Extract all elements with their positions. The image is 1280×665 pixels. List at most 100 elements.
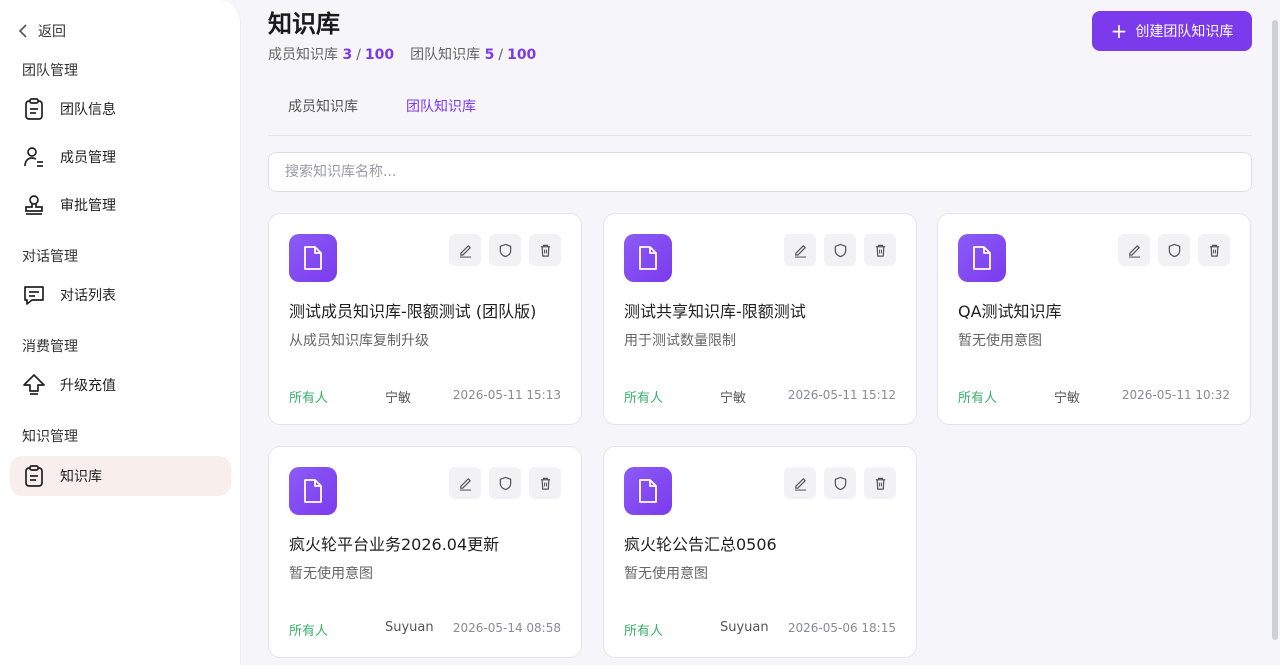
kb-owner: Suyuan bbox=[720, 620, 769, 635]
team-quota: 团队知识库 5/100 bbox=[410, 44, 536, 64]
team-quota-label: 团队知识库 bbox=[410, 47, 481, 63]
edit-icon bbox=[793, 476, 808, 491]
kb-card[interactable]: 测试成员知识库-限额测试 (团队版) 从成员知识库复制升级 所有人 宁敏 2026-05… bbox=[268, 213, 582, 425]
edit-button[interactable] bbox=[784, 234, 816, 266]
scrollbar[interactable] bbox=[1272, 20, 1278, 640]
group-title-billing: 消费管理 bbox=[22, 339, 78, 355]
quota-separator: / bbox=[356, 47, 361, 63]
kb-card[interactable]: 疯火轮公告汇总0506 暂无使用意图 所有人 Suyuan 2026-05-06 18:… bbox=[603, 446, 917, 658]
kb-timestamp: 2026-05-14 08:58 bbox=[452, 621, 561, 635]
kb-card-footer: 所有人 宁敏 2026-05-11 15:12 bbox=[624, 387, 896, 406]
group-title-team: 团队管理 bbox=[22, 63, 78, 79]
kb-description: 暂无使用意图 bbox=[289, 566, 373, 582]
card-actions bbox=[1118, 234, 1230, 266]
trash-icon bbox=[873, 243, 888, 258]
edit-icon bbox=[458, 243, 473, 258]
kb-permission: 所有人 bbox=[624, 624, 664, 639]
delete-button[interactable] bbox=[864, 467, 896, 499]
sidebar-item-label: 升级充值 bbox=[60, 378, 116, 394]
kb-permission: 所有人 bbox=[624, 391, 664, 406]
edit-button[interactable] bbox=[449, 234, 481, 266]
kb-card[interactable]: 疯火轮平台业务2026.04更新 暂无使用意图 所有人 Suyuan 2026-05-1… bbox=[268, 446, 582, 658]
kb-description: 暂无使用意图 bbox=[624, 566, 708, 582]
sidebar-item-label: 知识库 bbox=[60, 469, 102, 485]
document-icon bbox=[958, 234, 1006, 282]
clipboard-icon bbox=[22, 97, 46, 121]
sidebar-item-approval[interactable]: 审批管理 bbox=[10, 185, 231, 225]
quota-summary: 成员知识库 3/100 团队知识库 5/100 bbox=[268, 44, 536, 64]
document-icon bbox=[624, 234, 672, 282]
delete-button[interactable] bbox=[529, 234, 561, 266]
create-team-kb-button[interactable]: + 创建团队知识库 bbox=[1092, 11, 1252, 51]
trash-icon bbox=[538, 476, 553, 491]
sidebar: 返回 团队管理 团队信息 成员管理 审批管理 对话管理 对话列表 消费管理 升级… bbox=[0, 0, 241, 665]
kb-permission: 所有人 bbox=[289, 391, 329, 406]
kb-owner: 宁敏 bbox=[720, 391, 747, 406]
permission-button[interactable] bbox=[824, 234, 856, 266]
edit-button[interactable] bbox=[1118, 234, 1150, 266]
plus-icon: + bbox=[1110, 19, 1128, 43]
shield-icon bbox=[498, 476, 513, 491]
card-actions bbox=[449, 234, 561, 266]
kb-owner: Suyuan bbox=[385, 620, 434, 635]
delete-button[interactable] bbox=[1198, 234, 1230, 266]
document-icon bbox=[624, 467, 672, 515]
page-title: 知识库 bbox=[268, 10, 340, 38]
member-quota-used: 3 bbox=[342, 47, 353, 63]
kb-timestamp: 2026-05-11 10:32 bbox=[1121, 388, 1230, 402]
document-icon bbox=[289, 467, 337, 515]
kb-card[interactable]: 测试共享知识库-限额测试 用于测试数量限制 所有人 宁敏 2026-05-11 15:1… bbox=[603, 213, 917, 425]
sidebar-item-upgrade[interactable]: 升级充值 bbox=[10, 365, 231, 405]
search-input[interactable] bbox=[268, 152, 1252, 192]
tab-member-kb[interactable]: 成员知识库 bbox=[288, 96, 358, 116]
sidebar-item-team-info[interactable]: 团队信息 bbox=[10, 89, 231, 129]
kb-card[interactable]: QA测试知识库 暂无使用意图 所有人 宁敏 2026-05-11 10:32 bbox=[937, 213, 1251, 425]
sidebar-item-members[interactable]: 成员管理 bbox=[10, 137, 231, 177]
member-quota-total: 100 bbox=[364, 47, 395, 63]
create-team-kb-label: 创建团队知识库 bbox=[1135, 24, 1234, 40]
permission-button[interactable] bbox=[489, 467, 521, 499]
sidebar-item-chat-list[interactable]: 对话列表 bbox=[10, 275, 231, 315]
kb-card-footer: 所有人 宁敏 2026-05-11 10:32 bbox=[958, 387, 1230, 406]
permission-button[interactable] bbox=[1158, 234, 1190, 266]
sidebar-item-label: 团队信息 bbox=[60, 102, 116, 118]
kb-permission: 所有人 bbox=[289, 624, 329, 639]
kb-timestamp: 2026-05-11 15:12 bbox=[787, 388, 896, 402]
trash-icon bbox=[538, 243, 553, 258]
trash-icon bbox=[873, 476, 888, 491]
edit-button[interactable] bbox=[784, 467, 816, 499]
kb-name: 测试成员知识库-限额测试 (团队版) bbox=[289, 302, 537, 321]
sidebar-item-knowledge-base[interactable]: 知识库 bbox=[10, 456, 231, 496]
edit-button[interactable] bbox=[449, 467, 481, 499]
kb-description: 用于测试数量限制 bbox=[624, 333, 736, 349]
stamp-icon bbox=[22, 193, 46, 217]
sidebar-item-label: 审批管理 bbox=[60, 198, 116, 214]
kb-name: 疯火轮平台业务2026.04更新 bbox=[289, 535, 500, 554]
card-actions bbox=[784, 234, 896, 266]
delete-button[interactable] bbox=[864, 234, 896, 266]
sidebar-item-label: 成员管理 bbox=[60, 150, 116, 166]
document-icon bbox=[289, 234, 337, 282]
back-button[interactable]: 返回 bbox=[18, 20, 66, 42]
kb-description: 暂无使用意图 bbox=[958, 333, 1042, 349]
kb-card-footer: 所有人 宁敏 2026-05-11 15:13 bbox=[289, 387, 561, 406]
clipboard-icon bbox=[22, 464, 46, 488]
shield-icon bbox=[498, 243, 513, 258]
delete-button[interactable] bbox=[529, 467, 561, 499]
edit-icon bbox=[458, 476, 473, 491]
team-quota-used: 5 bbox=[484, 47, 495, 63]
kb-name: 疯火轮公告汇总0506 bbox=[624, 535, 777, 554]
tab-team-kb[interactable]: 团队知识库 bbox=[406, 96, 476, 116]
chat-icon bbox=[22, 283, 46, 307]
kb-name: 测试共享知识库-限额测试 bbox=[624, 302, 806, 321]
permission-button[interactable] bbox=[489, 234, 521, 266]
sidebar-item-label: 对话列表 bbox=[60, 288, 116, 304]
kb-owner: 宁敏 bbox=[385, 391, 412, 406]
kb-timestamp: 2026-05-11 15:13 bbox=[452, 388, 561, 402]
permission-button[interactable] bbox=[824, 467, 856, 499]
member-quota-label: 成员知识库 bbox=[268, 47, 338, 63]
shield-icon bbox=[833, 476, 848, 491]
shield-icon bbox=[833, 243, 848, 258]
shield-icon bbox=[1167, 243, 1182, 258]
card-actions bbox=[784, 467, 896, 499]
